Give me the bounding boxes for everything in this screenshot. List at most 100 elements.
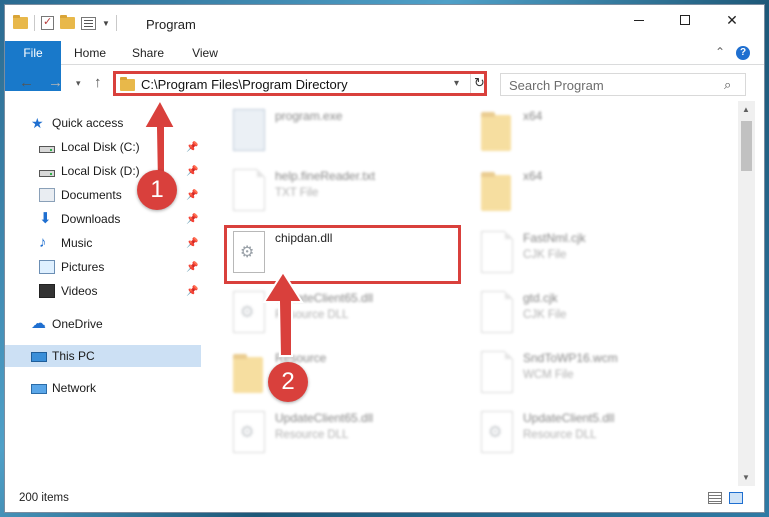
file-item[interactable]: FastNml.cjk CJK File	[477, 227, 717, 277]
file-name: chipdan.dll	[275, 231, 333, 245]
tab-share[interactable]: Share	[127, 41, 169, 65]
new-folder-icon[interactable]	[60, 15, 75, 29]
quick-access-toolbar: ▼	[13, 14, 117, 32]
step-badge-2: 2	[268, 362, 308, 402]
minimize-button[interactable]	[616, 5, 662, 35]
sidebar-item-downloads[interactable]: ⬇ Downloads 📌	[5, 208, 201, 230]
file-item[interactable]: Resource	[229, 347, 469, 397]
sidebar-item-pictures[interactable]: Pictures 📌	[5, 256, 201, 278]
sidebar-item-label: Documents	[61, 188, 122, 202]
scroll-up-icon[interactable]: ▲	[742, 105, 750, 114]
sidebar-item-quick-access[interactable]: ★ Quick access	[5, 112, 201, 134]
navigation-pane: ★ Quick access Local Disk (C:) 📌 Local D…	[5, 101, 201, 486]
pin-icon[interactable]: 📌	[186, 262, 198, 273]
pin-icon[interactable]: 📌	[186, 286, 198, 297]
network-icon	[31, 384, 47, 394]
details-view-icon[interactable]	[708, 492, 722, 504]
sidebar-item-label: Quick access	[52, 116, 124, 130]
maximize-button[interactable]	[662, 5, 708, 35]
maximize-icon	[680, 15, 690, 25]
address-path[interactable]: C:\Program Files\Program Directory	[141, 77, 348, 92]
file-item[interactable]: gtd.cjk CJK File	[477, 287, 717, 337]
back-button[interactable]: ←	[19, 74, 34, 91]
chevron-down-icon[interactable]: ▾	[454, 78, 459, 89]
pictures-icon	[39, 260, 55, 274]
pin-icon[interactable]: 📌	[186, 142, 198, 153]
ribbon-tabs: File Home Share View ⌃ ?	[5, 41, 764, 91]
properties-check-icon[interactable]	[41, 15, 54, 30]
document-icon	[481, 231, 513, 273]
sidebar-item-music[interactable]: ♪ Music 📌	[5, 232, 201, 254]
document-icon	[233, 169, 265, 211]
file-item[interactable]: UpdateClient65.dll Resource DLL	[229, 407, 469, 457]
sidebar-item-label: OneDrive	[52, 317, 103, 331]
scroll-thumb[interactable]	[741, 121, 752, 171]
chevron-up-icon[interactable]: ⌃	[715, 45, 725, 59]
document-icon	[481, 291, 513, 333]
dll-icon	[481, 411, 513, 453]
chevron-down-icon[interactable]: ▼	[102, 19, 110, 28]
help-icon[interactable]: ?	[736, 46, 750, 60]
folder-icon	[13, 15, 28, 29]
file-type: TXT File	[275, 187, 319, 199]
videos-icon	[39, 284, 55, 298]
cloud-icon: ☁	[31, 315, 46, 332]
tab-home[interactable]: Home	[69, 41, 111, 65]
file-type: WCM File	[523, 369, 574, 381]
star-icon: ★	[31, 115, 44, 131]
recent-locations-button[interactable]: ▾	[76, 78, 81, 89]
customize-icon[interactable]	[81, 16, 96, 30]
minimize-icon	[634, 19, 644, 21]
drive-icon	[39, 145, 55, 153]
explorer-window: ▼ Program ✕ File Home Share View ⌃ ? ← →…	[4, 4, 765, 513]
search-box[interactable]: Search Program ⌕	[500, 73, 746, 96]
file-item[interactable]: help.fineReader.txt TXT File	[229, 165, 469, 215]
file-name: UpdateClient65.dll	[275, 291, 374, 305]
navigation-bar: ← → ▾ ↑ C:\Program Files\Program Directo…	[5, 65, 764, 101]
file-item[interactable]: SndToWP16.wcm WCM File	[477, 347, 717, 397]
folder-icon	[120, 77, 135, 91]
sidebar-item-local-disk-c[interactable]: Local Disk (C:) 📌	[5, 136, 201, 158]
music-icon: ♪	[39, 234, 47, 251]
file-item[interactable]: UpdateClient65.dll Resource DLL	[229, 287, 469, 337]
folder-icon	[481, 172, 511, 211]
refresh-button[interactable]: ↻	[470, 72, 488, 95]
dll-icon	[233, 291, 265, 333]
tab-view[interactable]: View	[185, 41, 225, 65]
file-item[interactable]: UpdateClient5.dll Resource DLL	[477, 407, 717, 457]
status-bar: 200 items	[5, 486, 764, 512]
up-button[interactable]: ↑	[94, 74, 102, 91]
sidebar-item-label: Pictures	[61, 260, 105, 274]
sidebar-item-label: Local Disk (D:)	[61, 164, 140, 178]
large-icons-view-icon[interactable]	[729, 492, 743, 504]
file-name: UpdateClient65.dll	[275, 411, 374, 425]
scroll-down-icon[interactable]: ▼	[742, 473, 750, 482]
file-name: gtd.cjk	[523, 291, 558, 305]
file-item[interactable]: x64	[477, 105, 717, 155]
file-type: Resource DLL	[275, 309, 349, 321]
forward-button[interactable]: →	[48, 74, 63, 91]
vertical-scrollbar[interactable]: ▲ ▼	[738, 101, 755, 486]
window-title: Program	[146, 17, 196, 32]
pin-icon[interactable]: 📌	[186, 190, 198, 201]
file-item[interactable]: x64	[477, 165, 717, 215]
file-item[interactable]: program.exe	[229, 105, 469, 155]
sidebar-item-this-pc[interactable]: This PC	[5, 345, 201, 367]
file-type: CJK File	[523, 309, 567, 321]
sidebar-item-onedrive[interactable]: ☁ OneDrive	[5, 313, 201, 335]
address-bar[interactable]: C:\Program Files\Program Directory ▾ ↻	[113, 71, 487, 96]
file-item-chipdan-dll[interactable]: chipdan.dll	[229, 227, 469, 277]
pin-icon[interactable]: 📌	[186, 238, 198, 249]
search-input[interactable]: Search Program	[509, 78, 604, 93]
search-icon[interactable]: ⌕	[724, 77, 731, 93]
file-name: UpdateClient5.dll	[523, 411, 615, 425]
sidebar-item-network[interactable]: Network	[5, 377, 201, 399]
sidebar-item-label: Downloads	[61, 212, 121, 226]
sidebar-item-videos[interactable]: Videos 📌	[5, 280, 201, 302]
pin-icon[interactable]: 📌	[186, 214, 198, 225]
file-name: x64	[523, 169, 543, 183]
pin-icon[interactable]: 📌	[186, 166, 198, 177]
close-button[interactable]: ✕	[709, 5, 755, 35]
folder-icon	[481, 112, 511, 151]
sidebar-item-label: Videos	[61, 284, 98, 298]
